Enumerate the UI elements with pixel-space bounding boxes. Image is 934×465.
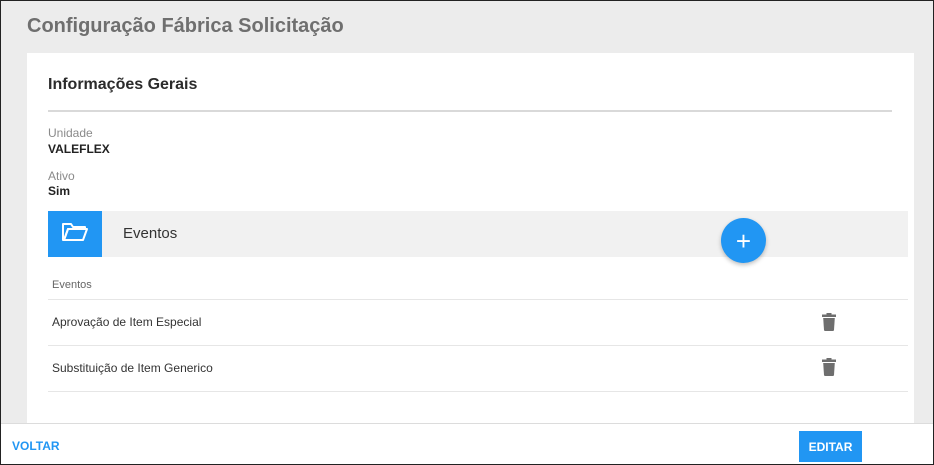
event-name: Aprovação de Item Especial <box>52 315 202 329</box>
trash-icon[interactable] <box>822 313 836 331</box>
events-header: Eventos <box>48 211 908 257</box>
row-divider <box>48 345 908 346</box>
content-card: Informações Gerais Unidade VALEFLEX Ativ… <box>27 53 914 423</box>
back-button[interactable]: VOLTAR <box>12 439 60 453</box>
section-title: Informações Gerais <box>48 76 198 93</box>
events-column-header: Eventos <box>52 279 92 291</box>
edit-button[interactable]: EDITAR <box>799 431 862 462</box>
folder-open-icon <box>61 221 89 248</box>
active-label: Ativo <box>48 169 75 183</box>
unit-value: VALEFLEX <box>48 142 110 156</box>
unit-label: Unidade <box>48 126 93 140</box>
trash-icon[interactable] <box>822 358 836 376</box>
page-title: Configuração Fábrica Solicitação <box>27 15 344 37</box>
events-header-title: Eventos <box>123 225 178 242</box>
section-divider <box>48 110 892 112</box>
active-value: Sim <box>48 184 71 198</box>
row-divider <box>48 391 908 392</box>
event-name: Substituição de Item Generico <box>52 361 213 375</box>
events-folder-box <box>48 211 102 257</box>
row-divider <box>48 299 908 300</box>
add-event-button[interactable]: + <box>721 218 766 263</box>
footer-bar: VOLTAR EDITAR <box>1 423 933 464</box>
